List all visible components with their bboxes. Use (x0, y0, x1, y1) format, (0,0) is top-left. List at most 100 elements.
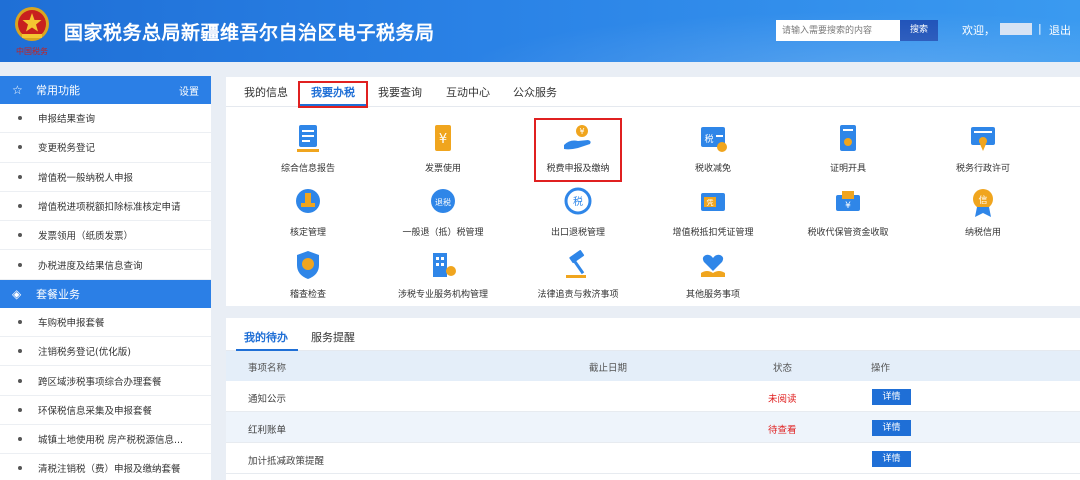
tab-my-todo[interactable]: 我的待办 (244, 329, 288, 345)
settings-link[interactable]: 设置 (179, 83, 199, 98)
tab-interaction[interactable]: 互动中心 (446, 84, 490, 100)
layers-icon: ◈ (12, 286, 22, 301)
bullet-icon (18, 262, 22, 267)
inspection-shield-icon (297, 251, 319, 279)
row-name: 通知公示 (248, 394, 287, 405)
sidebar-item[interactable]: 跨区域涉税事项综合办理套餐 (0, 366, 211, 396)
site-title: 国家税务总局新疆维吾尔自治区电子税务局 (64, 22, 435, 44)
bullet-icon (18, 407, 22, 412)
bullet-icon (18, 174, 22, 179)
sidebar-item[interactable]: 增值税一般纳税人申报 (0, 163, 211, 192)
todo-panel: 我的待办 服务提醒 事项名称 截止日期 状态 操作 通知公示 未阅读 详情 红利… (226, 318, 1080, 480)
table-header: 事项名称 截止日期 状态 操作 (226, 351, 1080, 381)
service-other[interactable]: 其他服务事项 (643, 249, 783, 300)
service-export-refund[interactable]: 税 出口退税管理 (508, 187, 648, 238)
svg-text:凭: 凭 (707, 198, 714, 207)
sidebar-item[interactable]: 增值税进项税额扣除标准核定申请 (0, 192, 211, 222)
username-redacted (1000, 23, 1032, 35)
money-custody-icon: ¥ (836, 191, 860, 211)
credit-medal-icon: 信 (973, 189, 993, 217)
sidebar-item[interactable]: 注销税务登记(优化版) (0, 337, 211, 367)
service-tax-relief[interactable]: 税 税收减免 (643, 123, 783, 174)
package-services-header[interactable]: ◈ 套餐业务 (0, 279, 211, 308)
bullet-icon (18, 204, 22, 209)
service-assessment-mgmt[interactable]: 核定管理 (238, 187, 378, 238)
service-agency-mgmt[interactable]: 涉税专业服务机构管理 (373, 249, 513, 300)
sidebar-item[interactable]: 办税进度及结果信息查询 (0, 250, 211, 280)
gavel-icon (566, 250, 586, 278)
export-refund-icon: 税 (564, 187, 592, 215)
service-vat-voucher[interactable]: 凭 增值税抵扣凭证管理 (643, 187, 783, 238)
service-invoice-use[interactable]: ¥ 发票使用 (373, 123, 513, 174)
service-legal-remedy[interactable]: 法律追责与救济事项 (508, 249, 648, 300)
package-services-title: 套餐业务 (36, 287, 80, 301)
service-fund-custody[interactable]: ¥ 税收代保管资金收取 (778, 187, 918, 238)
service-panel: 我的信息 我要办税 我要查询 互动中心 公众服务 综合信息报告 ¥ 发票使用 ¥… (226, 77, 1080, 306)
sidebar-item[interactable]: 城镇土地使用税 房产税税源信息... (0, 425, 211, 455)
service-tax-credit[interactable]: 信 纳税信用 (913, 187, 1053, 238)
tab-my-info[interactable]: 我的信息 (244, 84, 288, 100)
voucher-icon: 凭 (701, 193, 725, 211)
service-highlight-box (534, 118, 622, 182)
building-gear-icon (433, 253, 456, 277)
logout-link[interactable]: 退出 (1049, 22, 1071, 38)
svg-text:中国税务: 中国税务 (16, 46, 48, 56)
star-icon: ☆ (12, 83, 23, 97)
welcome-text: 欢迎， (962, 24, 995, 37)
table-row: 红利账单 待查看 详情 (226, 412, 1080, 443)
row-name: 红利账单 (248, 425, 287, 436)
tax-emblem-logo: 中国税务 (15, 7, 49, 56)
header-separator: | (1038, 22, 1042, 35)
svg-text:税: 税 (704, 133, 713, 145)
tab-query[interactable]: 我要查询 (378, 84, 422, 100)
sidebar-item[interactable]: 发票领用（纸质发票） (0, 221, 211, 251)
col-action: 操作 (871, 363, 891, 374)
bullet-icon (18, 437, 22, 442)
bullet-icon (18, 319, 22, 324)
detail-button[interactable]: 详情 (872, 451, 911, 467)
license-icon (971, 127, 995, 151)
common-functions-header[interactable]: ☆ 常用功能 设置 (0, 76, 211, 104)
tab-service-reminder[interactable]: 服务提醒 (311, 329, 355, 345)
svg-text:税: 税 (573, 195, 583, 208)
service-inspection[interactable]: 稽查检查 (238, 249, 378, 300)
sidebar-item[interactable]: 车购税申报套餐 (0, 308, 211, 338)
todo-tabs: 我的待办 服务提醒 (226, 318, 1080, 351)
svg-text:¥: ¥ (845, 201, 851, 211)
row-status: 待查看 (768, 425, 797, 436)
row-status: 未阅读 (768, 394, 797, 405)
stamp-icon (296, 189, 320, 213)
service-general-refund[interactable]: 退税 一般退（抵）税管理 (373, 187, 513, 238)
search-button[interactable]: 搜索 (900, 20, 938, 41)
tab-public-service[interactable]: 公众服务 (513, 84, 557, 100)
detail-button[interactable]: 详情 (872, 389, 911, 405)
bullet-icon (18, 378, 22, 383)
sidebar-item[interactable]: 变更税务登记 (0, 133, 211, 163)
col-name: 事项名称 (248, 363, 287, 374)
service-comprehensive-report[interactable]: 综合信息报告 (238, 123, 378, 174)
tax-refund-icon: 退税 (431, 189, 455, 213)
table-row: 加计抵减政策提醒 详情 (226, 443, 1080, 474)
bullet-icon (18, 233, 22, 238)
svg-text:退税: 退税 (435, 197, 451, 207)
row-name: 加计抵减政策提醒 (248, 456, 325, 467)
document-report-icon (297, 125, 319, 152)
search-input[interactable] (776, 20, 900, 41)
sidebar-item[interactable]: 环保税信息采集及申报套餐 (0, 396, 211, 425)
certificate-icon (840, 125, 856, 151)
svg-text:信: 信 (978, 194, 987, 206)
common-functions-title: 常用功能 (36, 84, 80, 97)
service-admin-license[interactable]: 税务行政许可 (913, 123, 1053, 174)
col-status: 状态 (773, 363, 793, 374)
sidebar-item[interactable]: 清税注销税（费）申报及缴纳套餐 (0, 454, 211, 480)
sidebar-item[interactable]: 申报结果查询 (0, 104, 211, 134)
invoice-icon: ¥ (435, 125, 451, 151)
bullet-icon (18, 116, 22, 121)
heart-hand-icon (701, 254, 725, 277)
table-row: 通知公示 未阅读 详情 (226, 381, 1080, 412)
service-certificate-issuance[interactable]: 证明开具 (778, 123, 918, 174)
detail-button[interactable]: 详情 (872, 420, 911, 436)
col-deadline: 截止日期 (589, 363, 628, 374)
main-tabs: 我的信息 我要办税 我要查询 互动中心 公众服务 (226, 77, 1080, 108)
tab-highlight-box (298, 81, 368, 108)
